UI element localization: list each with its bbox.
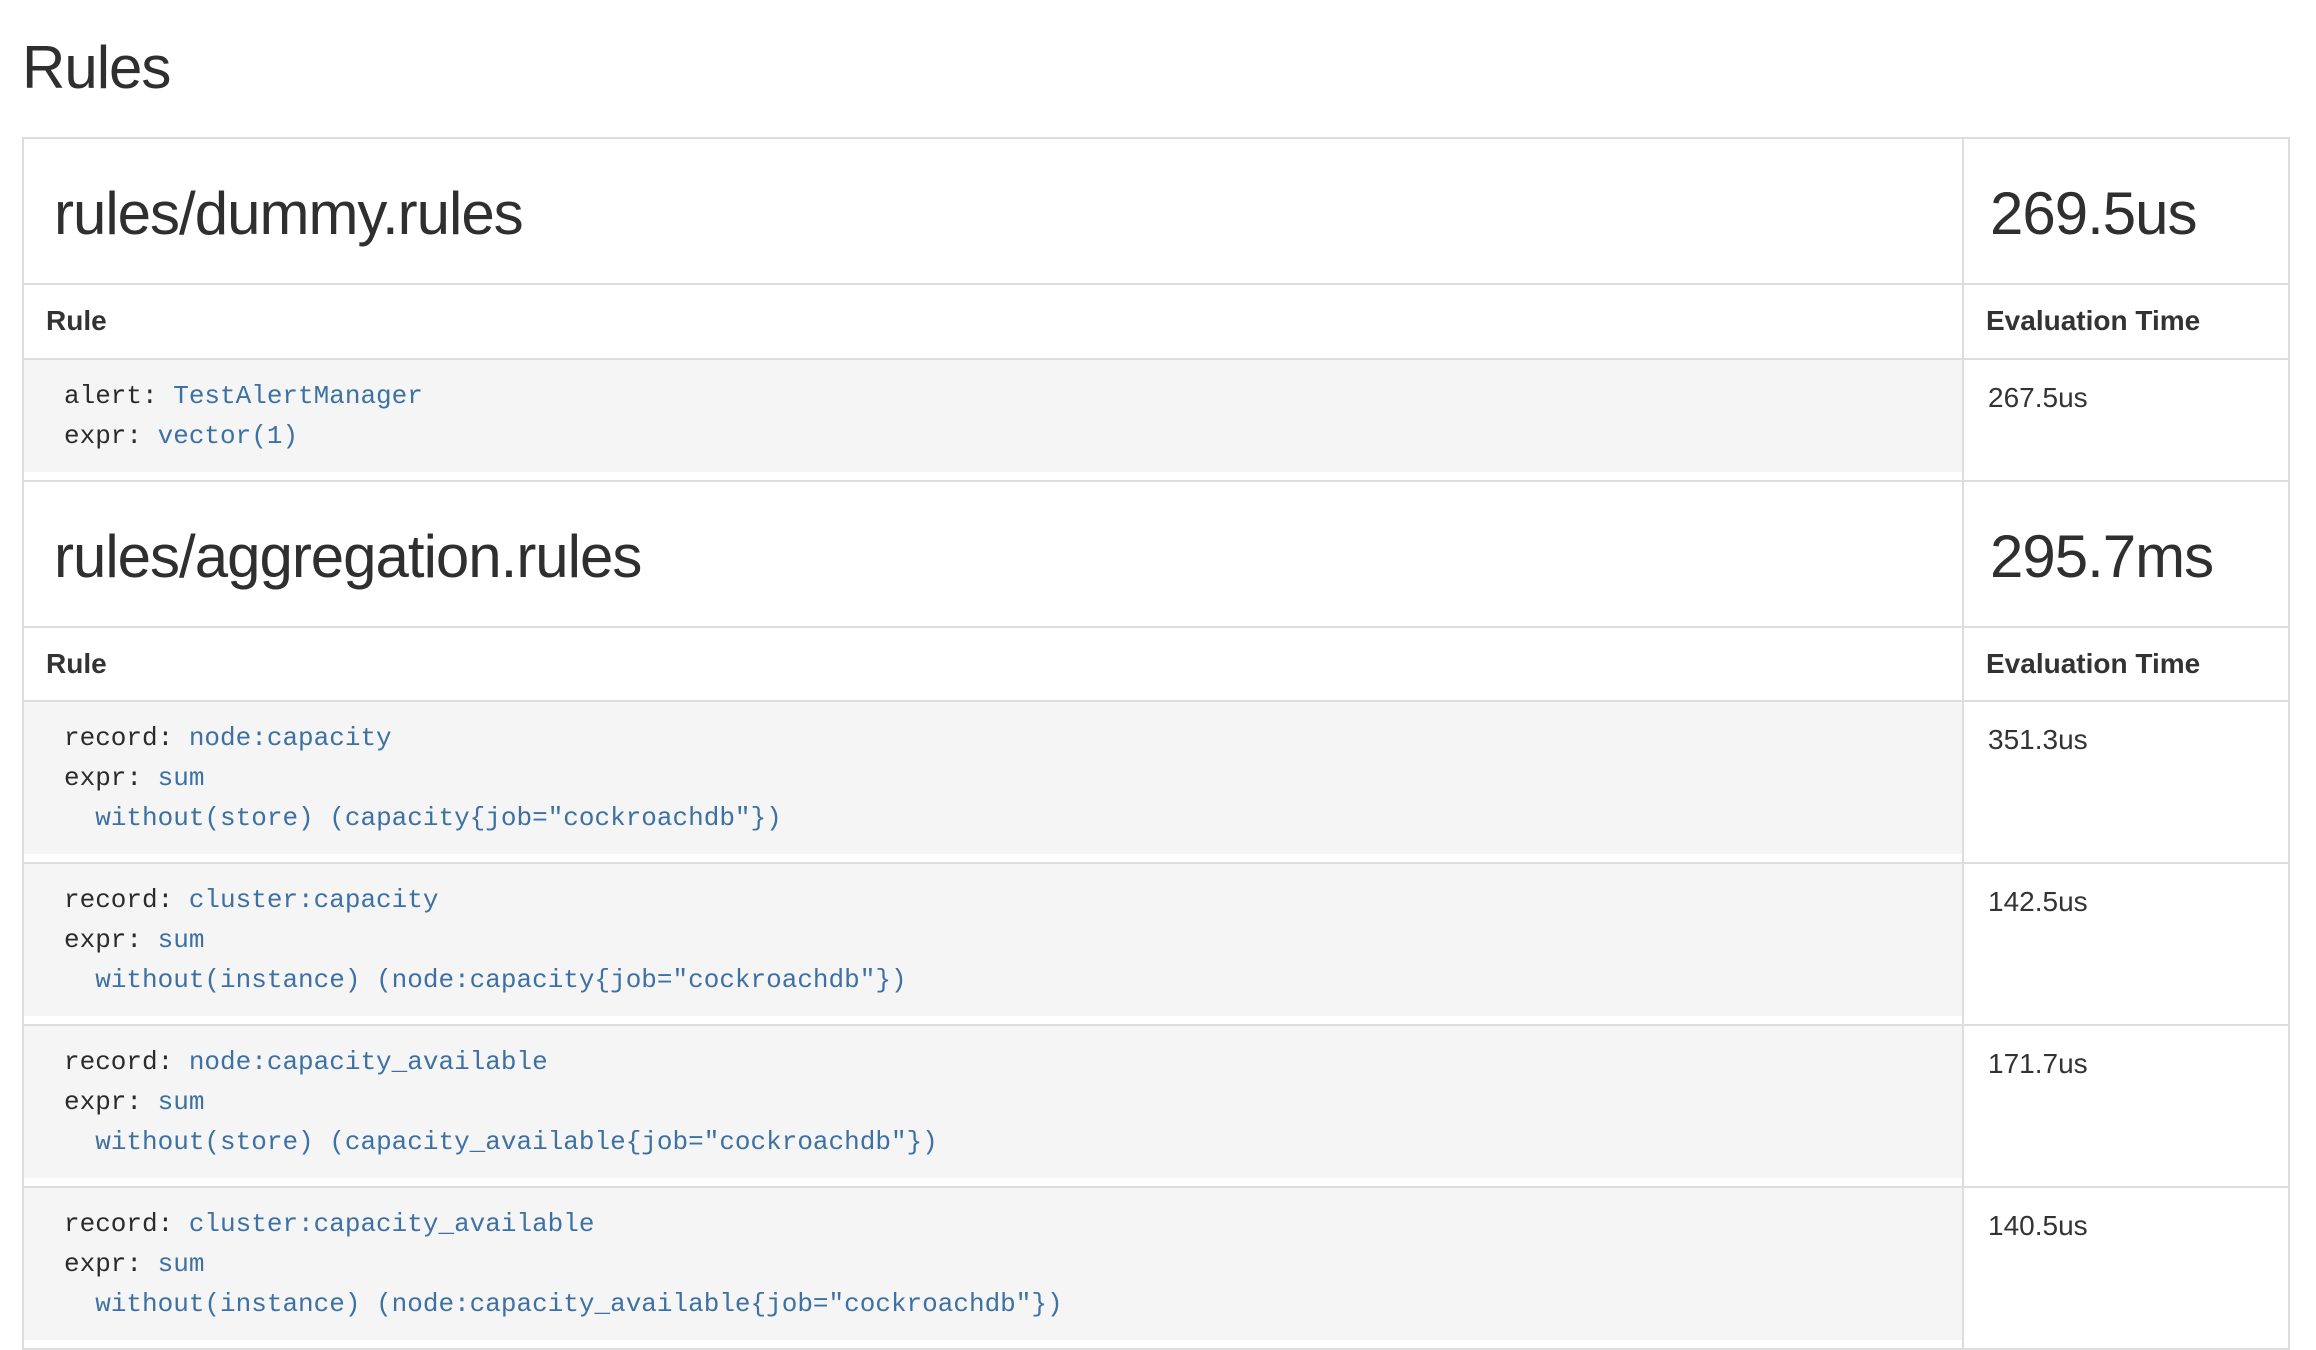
rule-definition: record: cluster:capacity expr: sum witho… (24, 864, 1962, 1016)
rule-key: expr: (64, 1087, 158, 1117)
rules-table: rules/dummy.rules 269.5us Rule Evaluatio… (22, 137, 2290, 1350)
page-title: Rules (22, 24, 2290, 111)
rule-row: record: cluster:capacity expr: sum witho… (23, 863, 2289, 1025)
rule-group-name: rules/aggregation.rules (54, 524, 1942, 590)
rule-group-header-row: rules/aggregation.rules 295.7ms (23, 481, 2289, 627)
rule-eval-time: 140.5us (1963, 1187, 2289, 1349)
rule-row: record: node:capacity_available expr: su… (23, 1025, 2289, 1187)
rule-name-link[interactable]: node:capacity_available (189, 1047, 548, 1077)
rule-name-link[interactable]: cluster:capacity_available (189, 1209, 595, 1239)
rule-expr-link[interactable]: vector(1) (158, 421, 298, 451)
rule-key: expr: (64, 925, 158, 955)
rule-eval-time: 142.5us (1963, 863, 2289, 1025)
rule-key: alert: (64, 381, 173, 411)
rule-eval-time: 171.7us (1963, 1025, 2289, 1187)
rule-eval-time: 351.3us (1963, 701, 2289, 863)
rule-key: expr: (64, 1249, 158, 1279)
rule-name-link[interactable]: TestAlertManager (173, 381, 423, 411)
column-header-row: Rule Evaluation Time (23, 627, 2289, 702)
column-header-row: Rule Evaluation Time (23, 284, 2289, 359)
rule-key: expr: (64, 421, 158, 451)
rule-cell: alert: TestAlertManager expr: vector(1) (23, 359, 1963, 481)
rule-key: record: (64, 885, 189, 915)
rule-definition: record: node:capacity expr: sum without(… (24, 702, 1962, 854)
eval-time-column-header: Evaluation Time (1963, 284, 2289, 359)
rule-group-name-cell: rules/dummy.rules (23, 138, 1963, 284)
rule-name-link[interactable]: cluster:capacity (189, 885, 439, 915)
rule-cell: record: cluster:capacity_available expr:… (23, 1187, 1963, 1349)
rule-cell: record: node:capacity expr: sum without(… (23, 701, 1963, 863)
rule-definition: record: node:capacity_available expr: su… (24, 1026, 1962, 1178)
rule-group-eval-time-cell: 295.7ms (1963, 481, 2289, 627)
rule-key: record: (64, 1047, 189, 1077)
rule-cell: record: cluster:capacity expr: sum witho… (23, 863, 1963, 1025)
eval-time-column-header: Evaluation Time (1963, 627, 2289, 702)
rule-column-header: Rule (23, 627, 1963, 702)
rule-expr-link[interactable]: sum without(store) (capacity_available{j… (64, 1087, 938, 1157)
rule-expr-link[interactable]: sum without(instance) (node:capacity{job… (64, 925, 907, 995)
rule-key: expr: (64, 763, 158, 793)
rule-group-name-cell: rules/aggregation.rules (23, 481, 1963, 627)
rule-row: record: node:capacity expr: sum without(… (23, 701, 2289, 863)
rule-cell: record: node:capacity_available expr: su… (23, 1025, 1963, 1187)
rule-expr-link[interactable]: sum without(instance) (node:capacity_ava… (64, 1249, 1063, 1319)
rule-expr-link[interactable]: sum without(store) (capacity{job="cockro… (64, 763, 782, 833)
rule-group-name: rules/dummy.rules (54, 181, 1942, 247)
rule-key: record: (64, 1209, 189, 1239)
rule-group-header-row: rules/dummy.rules 269.5us (23, 138, 2289, 284)
rule-definition: record: cluster:capacity_available expr:… (24, 1188, 1962, 1340)
rule-name-link[interactable]: node:capacity (189, 723, 392, 753)
rule-row: record: cluster:capacity_available expr:… (23, 1187, 2289, 1349)
rule-column-header: Rule (23, 284, 1963, 359)
rule-eval-time: 267.5us (1963, 359, 2289, 481)
rule-row: alert: TestAlertManager expr: vector(1) … (23, 359, 2289, 481)
rule-group-eval-time: 295.7ms (1990, 524, 2268, 590)
rule-group-eval-time-cell: 269.5us (1963, 138, 2289, 284)
rule-group-eval-time: 269.5us (1990, 181, 2268, 247)
rule-key: record: (64, 723, 189, 753)
rule-definition: alert: TestAlertManager expr: vector(1) (24, 360, 1962, 472)
